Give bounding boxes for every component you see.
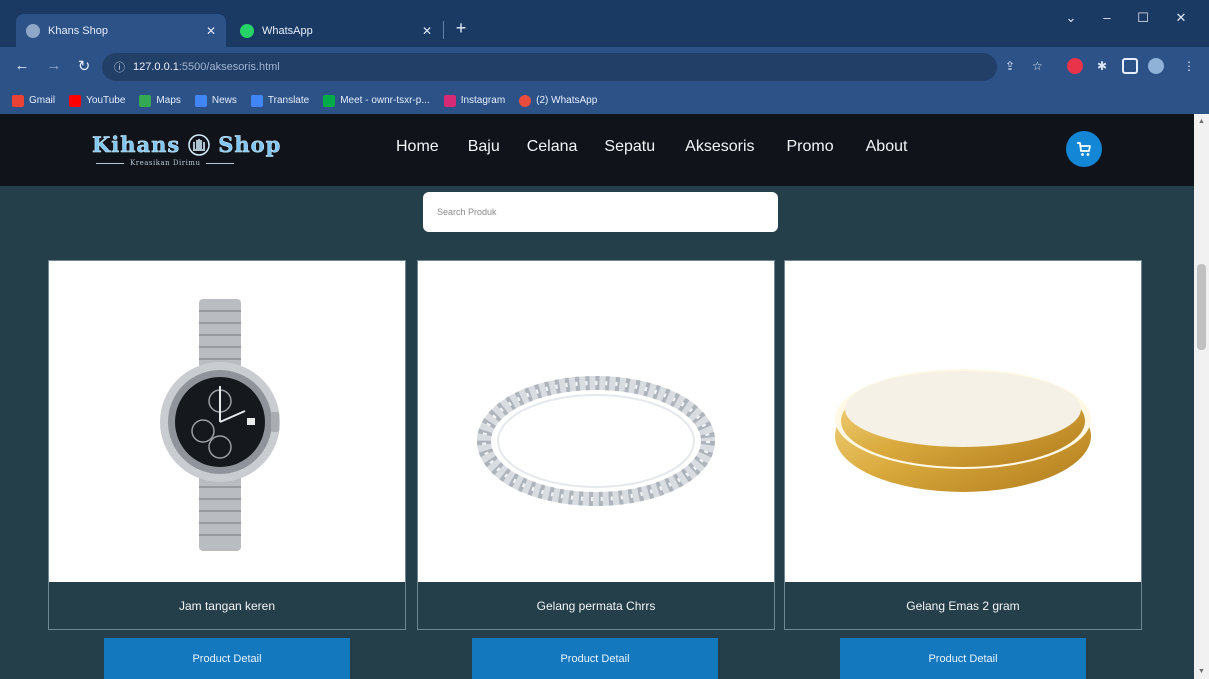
maximize-icon[interactable]: ☐ — [1128, 10, 1158, 26]
bookmark-meet[interactable]: Meet - ownr-tsxr-p... — [323, 94, 430, 107]
logo-line-right — [206, 162, 235, 164]
youtube-icon — [69, 94, 82, 107]
site-header: Kihans Shop Kreasikan Dirimu Home Baju C… — [0, 114, 1194, 186]
logo-tagline: Kreasikan Dirimu — [130, 159, 201, 167]
logo-name: Kihans — [92, 132, 181, 158]
instagram-icon — [443, 94, 456, 107]
bookmark-news[interactable]: News — [194, 94, 237, 107]
product-detail-button[interactable]: Product Detail — [840, 638, 1086, 679]
extension-red-icon[interactable] — [1067, 58, 1083, 74]
profile-avatar-icon[interactable] — [1148, 58, 1164, 74]
extensions-puzzle-icon[interactable]: ✱ — [1097, 59, 1107, 73]
main-nav: Home Baju Celana Sepatu Aksesoris Promo … — [396, 138, 907, 156]
whatsapp-icon — [519, 94, 532, 107]
nav-promo[interactable]: Promo — [787, 138, 834, 156]
tab-khans-shop[interactable]: Khans Shop ✕ — [16, 14, 226, 47]
watch-image — [160, 299, 280, 551]
gmail-icon — [12, 94, 24, 107]
tab-whatsapp[interactable]: WhatsApp ✕ — [230, 14, 442, 47]
product-image[interactable] — [418, 261, 774, 582]
product-name: Jam tangan keren — [178, 598, 276, 613]
product-detail-button[interactable]: Product Detail — [104, 638, 350, 679]
reload-icon[interactable]: ↻ — [74, 57, 94, 75]
nav-home[interactable]: Home — [396, 138, 439, 156]
product-name: Gelang Emas 2 gram — [906, 598, 1020, 613]
close-window-icon[interactable]: ✕ — [1166, 10, 1196, 26]
bookmarks-bar: Gmail YouTube Maps News Translate Meet -… — [0, 87, 1209, 114]
product-image[interactable] — [785, 261, 1141, 582]
product-card: Jam tangan keren — [48, 260, 406, 630]
logo-line-left — [96, 162, 124, 164]
bracelet-image — [477, 376, 715, 506]
nav-aksesoris[interactable]: Aksesoris — [685, 138, 754, 156]
nav-sepatu[interactable]: Sepatu — [604, 138, 655, 156]
scroll-up-icon[interactable]: ▲ — [1198, 118, 1205, 125]
cart-icon — [1077, 142, 1091, 156]
globe-icon — [26, 23, 40, 38]
back-arrow-icon[interactable]: ← — [12, 57, 32, 74]
bookmark-gmail[interactable]: Gmail — [12, 94, 55, 107]
product-card: Gelang Emas 2 gram — [784, 260, 1142, 630]
chevron-down-icon[interactable]: ⌄ — [1056, 10, 1086, 26]
page-viewport: Kihans Shop Kreasikan Dirimu Home Baju C… — [0, 114, 1194, 679]
translate-icon — [250, 94, 263, 107]
browser-toolbar: ← → ↻ ⓘ 127.0.0.1:5500/aksesoris.html ⇪ … — [0, 47, 1209, 87]
browser-tab-strip: Khans Shop ✕ WhatsApp ✕ + ⌄ – ☐ ✕ — [0, 0, 1209, 47]
gold-bangle-image — [835, 369, 1091, 492]
logo-name-shop: Shop — [218, 132, 282, 158]
search-input[interactable] — [423, 192, 778, 232]
bookmark-youtube[interactable]: YouTube — [69, 94, 125, 107]
nav-baju[interactable]: Baju — [468, 138, 500, 156]
maps-icon — [139, 94, 152, 107]
close-tab-icon[interactable]: ✕ — [422, 24, 432, 38]
scroll-down-icon[interactable]: ▼ — [1198, 668, 1205, 675]
menu-kebab-icon[interactable]: ⋮ — [1183, 59, 1195, 73]
product-detail-button[interactable]: Product Detail — [472, 638, 718, 679]
minimize-icon[interactable]: – — [1092, 10, 1122, 25]
nav-about[interactable]: About — [866, 138, 908, 156]
site-logo[interactable]: Kihans Shop Kreasikan Dirimu — [92, 132, 302, 167]
bookmark-translate[interactable]: Translate — [250, 94, 309, 107]
nav-celana[interactable]: Celana — [527, 138, 578, 156]
bookmark-star-icon[interactable]: ☆ — [1032, 59, 1043, 73]
url-text: 127.0.0.1:5500/aksesoris.html — [133, 61, 280, 73]
cart-button[interactable] — [1066, 131, 1102, 167]
whatsapp-icon — [240, 23, 254, 38]
news-icon — [194, 94, 207, 107]
meet-icon — [323, 94, 336, 107]
product-image[interactable] — [49, 261, 405, 582]
building-columns-icon — [188, 133, 210, 156]
forward-arrow-icon[interactable]: → — [44, 57, 64, 74]
product-card: Gelang permata Chrrs — [417, 260, 775, 630]
close-tab-icon[interactable]: ✕ — [206, 24, 216, 38]
new-tab-plus-icon[interactable]: + — [450, 17, 472, 39]
bookmark-maps[interactable]: Maps — [139, 94, 181, 107]
tab-title: Khans Shop — [48, 24, 108, 37]
address-bar[interactable]: ⓘ 127.0.0.1:5500/aksesoris.html — [102, 53, 997, 81]
page-scrollbar[interactable]: ▲ ▼ — [1194, 114, 1209, 679]
tab-title: WhatsApp — [262, 24, 313, 37]
share-icon[interactable]: ⇪ — [1005, 59, 1015, 73]
tab-divider — [443, 21, 444, 39]
side-panel-icon[interactable] — [1122, 58, 1138, 74]
bookmark-instagram[interactable]: Instagram — [443, 94, 505, 107]
scrollbar-thumb[interactable] — [1197, 264, 1206, 350]
site-info-icon[interactable]: ⓘ — [114, 59, 125, 75]
product-name: Gelang permata Chrrs — [536, 598, 656, 613]
bookmark-whatsapp[interactable]: (2) WhatsApp — [519, 94, 597, 107]
